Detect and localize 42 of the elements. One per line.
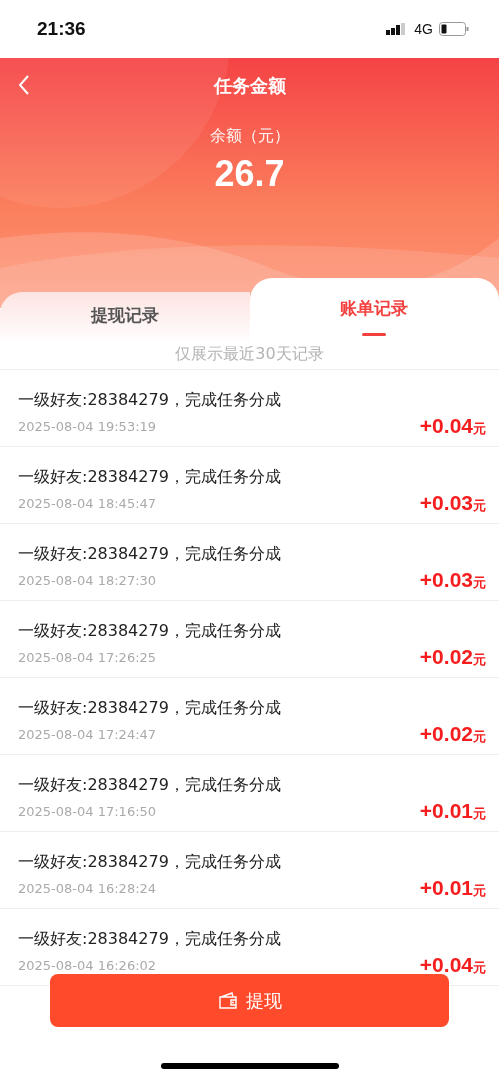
record-amount: +0.03: [419, 568, 473, 591]
record-time: 2025-08-04 17:24:47: [18, 727, 158, 742]
currency-unit: 元: [473, 498, 486, 513]
withdraw-button[interactable]: 提现: [50, 974, 449, 1027]
currency-unit: 元: [473, 729, 486, 744]
record-title: 一级好友:28384279，完成任务分成: [18, 698, 281, 719]
balance-label: 余额（元）: [209, 126, 290, 147]
currency-unit: 元: [473, 652, 486, 667]
record-time: 2025-08-04 18:27:30: [18, 573, 158, 588]
currency-unit: 元: [473, 806, 486, 821]
record-amount: +0.01: [419, 876, 473, 899]
currency-unit: 元: [473, 421, 486, 436]
battery-icon: [439, 22, 469, 36]
record-time: 2025-08-04 18:45:47: [18, 496, 158, 511]
currency-unit: 元: [473, 960, 486, 975]
balance-amount: 26.7: [214, 153, 285, 195]
record-amount: +0.02: [419, 722, 473, 745]
record-amount: +0.04: [419, 414, 473, 437]
record-time: 2025-08-04 19:53:19: [18, 419, 158, 434]
record-title: 一级好友:28384279，完成任务分成: [18, 467, 281, 488]
record-time: 2025-08-04 17:16:50: [18, 804, 158, 819]
notice-text: 仅展示最近30天记录: [0, 344, 499, 370]
record-time: 2025-08-04 17:26:25: [18, 650, 158, 665]
status-time: 21:36: [37, 18, 86, 40]
record-title: 一级好友:28384279，完成任务分成: [18, 929, 281, 950]
record-time: 2025-08-04 16:28:24: [18, 881, 158, 896]
record-amount: +0.01: [419, 799, 473, 822]
record-title: 一级好友:28384279，完成任务分成: [18, 775, 281, 796]
record-title: 一级好友:28384279，完成任务分成: [18, 852, 281, 873]
record-title: 一级好友:28384279，完成任务分成: [18, 544, 281, 565]
record-title: 一级好友:28384279，完成任务分成: [18, 621, 281, 642]
currency-unit: 元: [473, 575, 486, 590]
record-title: 一级好友:28384279，完成任务分成: [18, 390, 281, 411]
record-amount: +0.03: [419, 491, 473, 514]
wallet-icon: [217, 991, 238, 1010]
page-title: 任务金额: [213, 74, 286, 98]
record-time: 2025-08-04 16:26:02: [18, 958, 158, 973]
currency-unit: 元: [473, 883, 486, 898]
network-label: 4G: [414, 21, 433, 37]
back-icon[interactable]: [18, 74, 30, 96]
record-amount: +0.04: [419, 953, 473, 976]
record-amount: +0.02: [419, 645, 473, 668]
